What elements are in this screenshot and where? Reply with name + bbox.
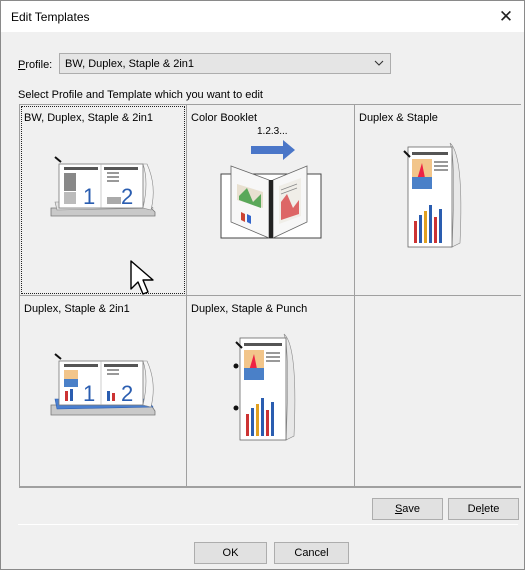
svg-text:1: 1 [83, 381, 95, 406]
instruction-text: Select Profile and Template which you wa… [18, 89, 263, 101]
two-in-one-stapled-booklet-icon: 1 2 [50, 156, 156, 217]
template-tile-empty [355, 296, 521, 486]
delete-button[interactable]: De l ete [448, 498, 519, 520]
duplex-staple-2in1-icon: 1 2 [50, 353, 156, 416]
window-title: Edit Templates [11, 10, 90, 24]
title-bar: Edit Templates ✕ [1, 1, 524, 32]
profile-dropdown[interactable]: BW, Duplex, Staple & 2in1 [59, 53, 391, 74]
profile-selected-value: BW, Duplex, Staple & 2in1 [65, 58, 195, 70]
duplex-staple-document-icon [403, 142, 462, 248]
close-button[interactable]: ✕ [488, 1, 524, 32]
svg-text:2: 2 [121, 184, 133, 209]
profile-label: Profile: [18, 59, 53, 71]
template-label: Duplex, Staple & 2in1 [24, 303, 130, 315]
ok-button[interactable]: OK [194, 542, 267, 564]
template-tile-bw-duplex-staple-2in1[interactable]: BW, Duplex, Staple & 2in1 1 2 [20, 105, 186, 295]
template-tile-color-booklet[interactable]: Color Booklet 1.2.3... [187, 105, 354, 295]
edit-templates-dialog: Edit Templates ✕ Profile: BW, Duplex, St… [0, 0, 525, 570]
close-icon: ✕ [498, 6, 514, 26]
svg-text:1.2.3...: 1.2.3... [257, 126, 288, 137]
chevron-down-icon [374, 60, 384, 66]
template-tile-duplex-staple[interactable]: Duplex & Staple [355, 105, 521, 295]
template-tile-duplex-staple-2in1[interactable]: Duplex, Staple & 2in1 1 2 [20, 296, 186, 486]
template-label: BW, Duplex, Staple & 2in1 [24, 112, 154, 124]
mouse-pointer-icon [130, 260, 154, 295]
separator [18, 524, 518, 525]
cancel-button[interactable]: Cancel [274, 542, 349, 564]
template-label: Duplex & Staple [359, 112, 438, 124]
svg-text:2: 2 [121, 381, 133, 406]
duplex-staple-punch-icon [233, 333, 296, 441]
template-grid: BW, Duplex, Staple & 2in1 1 2 Color Book… [19, 104, 521, 488]
save-button[interactable]: Save [372, 498, 443, 520]
template-label: Duplex, Staple & Punch [191, 303, 308, 315]
template-tile-duplex-staple-punch[interactable]: Duplex, Staple & Punch [187, 296, 354, 486]
color-booklet-icon: 1.2.3... [220, 126, 322, 239]
svg-text:1: 1 [83, 184, 95, 209]
